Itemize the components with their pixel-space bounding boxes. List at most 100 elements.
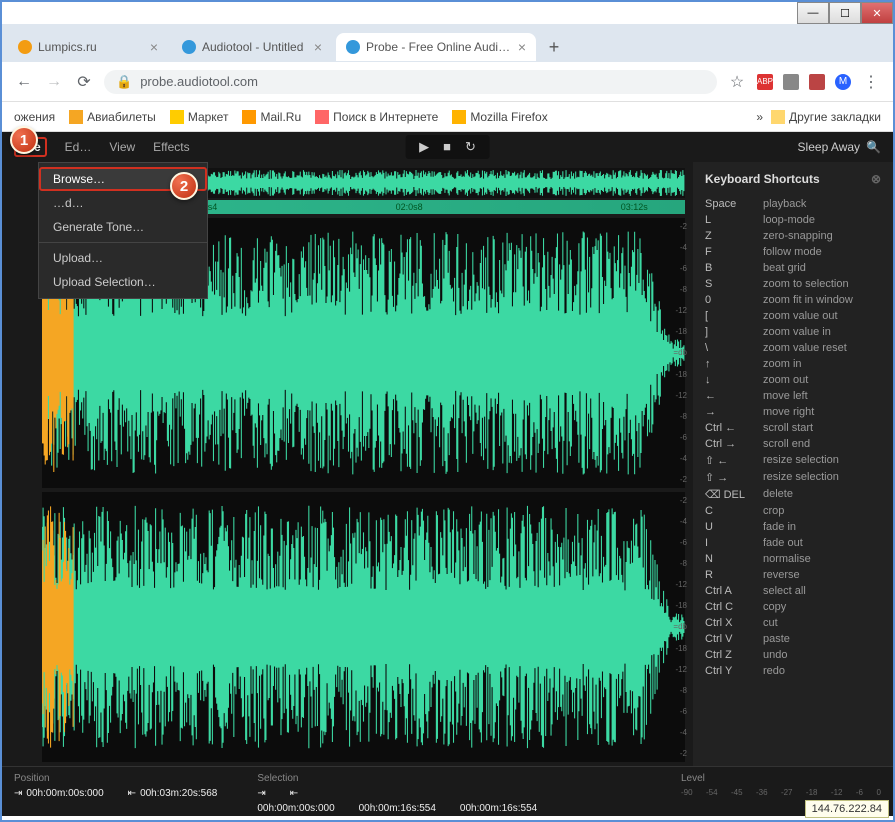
bookmark-item[interactable]: Авиабилеты (69, 110, 156, 124)
address-bar: ← → ⟳ 🔒 probe.audiotool.com ☆ ABP M ⋮ (2, 62, 893, 102)
shortcut-row: Ctrl ←scroll start (705, 420, 881, 436)
position-start: ⇥00h:00m:00s:000 (14, 788, 104, 799)
shortcut-desc: resize selection (763, 454, 839, 467)
menu-effects[interactable]: Effects (153, 140, 189, 154)
reload-button[interactable]: ⟳ (74, 72, 94, 92)
shortcut-key: R (705, 569, 763, 581)
shortcut-key: Z (705, 230, 763, 242)
bookmark-item[interactable]: Mail.Ru (242, 110, 301, 124)
menu-edit[interactable]: Ed… (65, 140, 92, 154)
annotation-marker-1: 1 (10, 126, 38, 154)
star-bookmark-icon[interactable]: ☆ (727, 72, 747, 92)
menu-upload-selection[interactable]: Upload Selection… (39, 270, 207, 294)
tab-audiotool[interactable]: Audiotool - Untitled × (172, 33, 332, 61)
shortcut-row: Rreverse (705, 567, 881, 583)
maximize-button[interactable]: ☐ (829, 2, 861, 24)
folder-icon (771, 110, 785, 124)
shortcut-key: Ctrl C (705, 601, 763, 613)
shortcut-key: [ (705, 310, 763, 322)
menu-generate-tone[interactable]: Generate Tone… (39, 215, 207, 239)
shortcut-row: Ctrl Aselect all (705, 583, 881, 599)
shortcut-desc: loop-mode (763, 214, 815, 226)
shortcut-desc: resize selection (763, 471, 839, 484)
forward-button[interactable]: → (44, 72, 64, 92)
favicon-icon (182, 40, 196, 54)
time-mark: 03:12s (621, 202, 648, 212)
shortcut-row: Spaceplayback (705, 196, 881, 212)
shortcut-row: Ctrl Vpaste (705, 631, 881, 647)
bookmark-item[interactable]: Mozilla Firefox (452, 110, 547, 124)
shortcut-key: F (705, 246, 763, 258)
start-marker-icon: ⇥ (14, 788, 22, 799)
shortcut-desc: zoom in (763, 358, 802, 370)
tab-probe[interactable]: Probe - Free Online Audio Samp × (336, 33, 536, 61)
shortcut-desc: undo (763, 649, 787, 661)
favicon-icon (346, 40, 360, 54)
stop-button[interactable]: ■ (443, 139, 451, 155)
shortcut-key: ⌫ DEL (705, 488, 763, 501)
bookmark-item[interactable]: Маркет (170, 110, 229, 124)
overflow-chevron-icon[interactable]: » (756, 110, 763, 124)
play-button[interactable]: ▶ (419, 139, 429, 155)
shortcut-row: Szoom to selection (705, 276, 881, 292)
shortcut-key: Ctrl ← (705, 422, 763, 434)
abp-extension-icon[interactable]: ABP (757, 74, 773, 90)
shortcut-desc: beat grid (763, 262, 806, 274)
bookmark-apps[interactable]: ожения (14, 110, 55, 124)
other-bookmarks[interactable]: Другие закладки (771, 110, 881, 124)
mail-icon (242, 110, 256, 124)
search-icon[interactable]: 🔍 (866, 140, 881, 154)
shortcut-row: ]zoom value in (705, 324, 881, 340)
waveform-right-channel[interactable]: -2-4-6-8-12-18=db-18-12-8-6-4-2 (42, 492, 685, 762)
audio-editor-app: File Ed… View Effects ▶ ■ ↻ Sleep Away 🔍… (2, 132, 893, 816)
shortcut-row: Bbeat grid (705, 260, 881, 276)
end-marker-icon: ⇤ (128, 788, 136, 799)
menu-view[interactable]: View (109, 140, 135, 154)
shortcut-key: ↓ (705, 374, 763, 386)
end-marker-icon: ⇤ (290, 788, 298, 799)
shortcut-row: ↓zoom out (705, 372, 881, 388)
extension-icon[interactable] (783, 74, 799, 90)
shortcut-key: Ctrl Y (705, 665, 763, 677)
shortcut-key: B (705, 262, 763, 274)
position-end: ⇤00h:03m:20s:568 (128, 788, 218, 799)
loop-button[interactable]: ↻ (465, 139, 476, 155)
shortcut-row: Zzero-snapping (705, 228, 881, 244)
bookmark-item[interactable]: Поиск в Интернете (315, 110, 438, 124)
shortcut-desc: zoom value out (763, 310, 838, 322)
position-label: Position (14, 773, 217, 784)
time-mark: 02:0s8 (396, 202, 423, 212)
profile-icon[interactable]: M (835, 74, 851, 90)
new-tab-button[interactable]: + (540, 33, 568, 61)
close-tab-icon[interactable]: × (518, 39, 526, 55)
shortcut-desc: fade in (763, 521, 796, 533)
minimize-button[interactable]: — (797, 2, 829, 24)
shortcut-key: L (705, 214, 763, 226)
db-ruler: -2-4-6-8-12-18=db-18-12-8-6-4-2 (667, 218, 687, 488)
shortcut-desc: zero-snapping (763, 230, 833, 242)
tab-lumpics[interactable]: Lumpics.ru × (8, 33, 168, 61)
shortcut-desc: delete (763, 488, 793, 501)
shortcuts-title: Keyboard Shortcuts (705, 172, 820, 186)
back-button[interactable]: ← (14, 72, 34, 92)
extension-icon[interactable] (809, 74, 825, 90)
shortcut-row: Nnormalise (705, 551, 881, 567)
close-tab-icon[interactable]: × (314, 39, 322, 55)
shortcut-row: Ctrl Xcut (705, 615, 881, 631)
shortcut-key: Space (705, 198, 763, 210)
status-bar: Position ⇥00h:00m:00s:000 ⇤00h:03m:20s:5… (2, 766, 893, 816)
shortcut-key: ⇧ ← (705, 454, 763, 467)
close-window-button[interactable]: ✕ (861, 2, 893, 24)
menu-upload[interactable]: Upload… (39, 246, 207, 270)
close-tab-icon[interactable]: × (150, 39, 158, 55)
shortcut-row: ⌫ DELdelete (705, 486, 881, 503)
shortcut-desc: zoom to selection (763, 278, 849, 290)
shortcut-row: 0zoom fit in window (705, 292, 881, 308)
db-ruler: -2-4-6-8-12-18=db-18-12-8-6-4-2 (667, 492, 687, 762)
shortcut-row: \zoom value reset (705, 340, 881, 356)
bookmarks-bar: ожения Авиабилеты Маркет Mail.Ru Поиск в… (2, 102, 893, 132)
close-panel-icon[interactable]: ⊗ (871, 172, 881, 186)
url-input[interactable]: 🔒 probe.audiotool.com (104, 70, 717, 94)
chrome-menu-icon[interactable]: ⋮ (861, 72, 881, 92)
shortcut-key: ] (705, 326, 763, 338)
